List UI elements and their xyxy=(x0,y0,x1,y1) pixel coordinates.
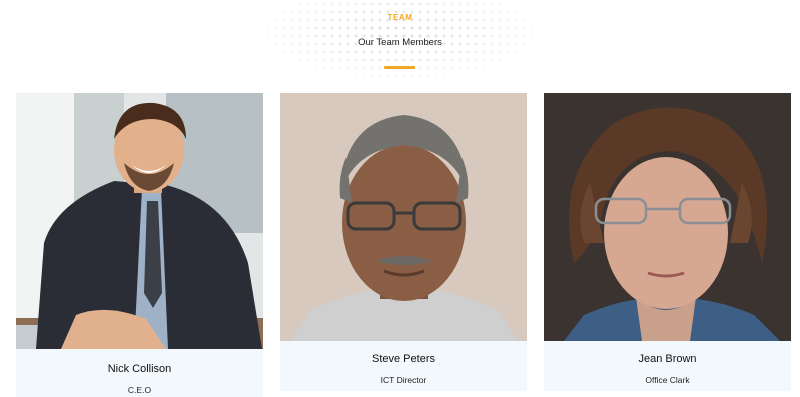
section-eyebrow: TEAM xyxy=(387,13,413,22)
member-photo xyxy=(16,93,263,349)
member-name: Nick Collison xyxy=(107,363,172,375)
member-name: Steve Peters xyxy=(372,353,435,365)
team-member-card[interactable]: Nick Collison C.E.O xyxy=(16,93,263,397)
member-role: ICT Director xyxy=(380,375,427,385)
member-photo xyxy=(544,93,791,341)
member-name: Jean Brown xyxy=(638,353,697,365)
title-underline xyxy=(384,66,415,69)
team-section: TEAM Our Team Members Nick Collison C.E.… xyxy=(0,0,800,397)
team-member-card[interactable]: Steve Peters ICT Director xyxy=(280,93,527,391)
member-caption: Jean Brown Office Clark xyxy=(544,341,791,391)
member-role: C.E.O xyxy=(127,385,152,395)
member-role: Office Clark xyxy=(645,375,690,385)
section-title: Our Team Members xyxy=(358,37,442,48)
member-photo xyxy=(280,93,527,341)
member-caption: Nick Collison C.E.O xyxy=(16,349,263,397)
member-caption: Steve Peters ICT Director xyxy=(280,341,527,391)
team-member-card[interactable]: Jean Brown Office Clark xyxy=(544,93,791,391)
